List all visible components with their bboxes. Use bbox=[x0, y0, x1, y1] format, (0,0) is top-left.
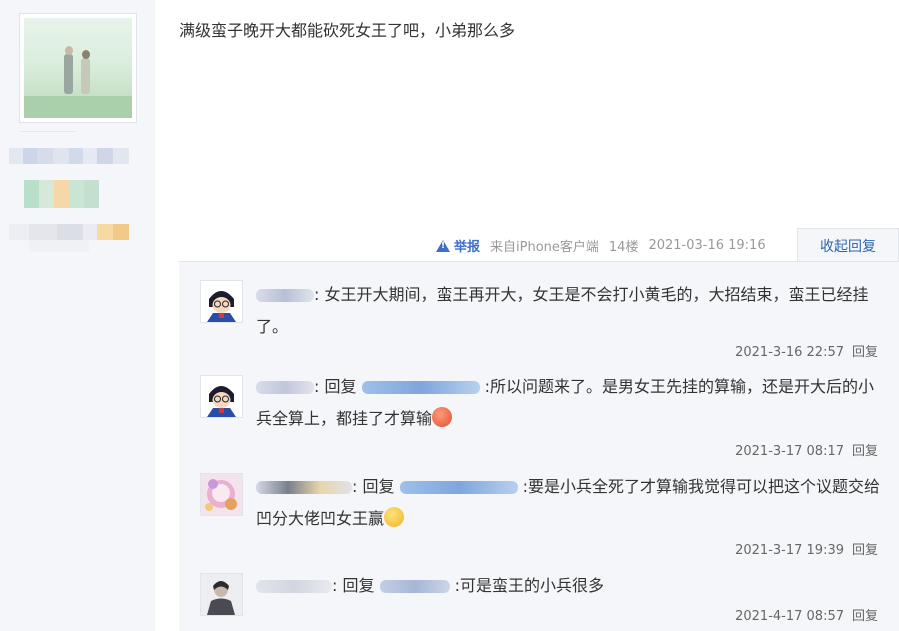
reply-text: : 回复 :可是蛮王的小兵很多 bbox=[256, 570, 886, 602]
reply-time: 2021-3-17 19:39 bbox=[735, 543, 844, 558]
reply-button[interactable]: 回复 bbox=[852, 609, 878, 624]
post-meta: 举报 来自iPhone客户端 14楼 2021-03-16 19:16 bbox=[436, 236, 766, 255]
reply-avatar[interactable] bbox=[200, 473, 243, 516]
collapse-replies-button[interactable]: 收起回复 bbox=[797, 228, 899, 262]
avatar-image bbox=[24, 18, 132, 118]
blurred-username bbox=[9, 148, 129, 164]
reply-text: : 女王开大期间，蛮王再开大，女王是不会打小黄毛的，大招结束，蛮王已经挂了。 bbox=[256, 279, 886, 343]
post-time: 2021-03-16 19:16 bbox=[648, 238, 766, 253]
warning-icon bbox=[436, 239, 450, 252]
blurred-mention[interactable] bbox=[399, 481, 518, 494]
reply-avatar[interactable] bbox=[200, 573, 243, 616]
reply-button[interactable]: 回复 bbox=[852, 444, 878, 459]
avatar-illustration bbox=[201, 376, 242, 417]
reply-time: 2021-3-16 22:57 bbox=[735, 345, 844, 360]
angry-emoji-icon bbox=[432, 407, 453, 427]
reply-button[interactable]: 回复 bbox=[852, 345, 878, 360]
blurred-level bbox=[9, 224, 129, 252]
blurred-username[interactable] bbox=[256, 381, 314, 394]
avatar-illustration bbox=[201, 281, 242, 322]
avatar-illustration bbox=[201, 574, 242, 615]
reply-list: : 女王开大期间，蛮王再开大，女王是不会打小黄毛的，大招结束，蛮王已经挂了。 2… bbox=[179, 261, 899, 631]
reply-footer: 2021-4-17 08:57 回复 bbox=[735, 605, 878, 624]
smile-emoji-icon bbox=[384, 507, 405, 527]
reply-time: 2021-3-17 08:17 bbox=[735, 444, 844, 459]
blurred-username[interactable] bbox=[256, 481, 352, 494]
blurred-mention[interactable] bbox=[379, 580, 450, 593]
reply-prefix: : 回复 bbox=[314, 377, 362, 396]
reply-content: :可是蛮王的小兵很多 bbox=[449, 576, 605, 595]
blurred-username[interactable] bbox=[256, 580, 332, 593]
reply-footer: 2021-3-17 08:17 回复 bbox=[735, 440, 878, 459]
reply-text: : 回复 :要是小兵全死了才算输我觉得可以把这个议题交给凹分大佬凹女王赢 bbox=[256, 471, 886, 535]
post-content: 满级蛮子晚开大都能砍死女王了吧，小弟那么多 bbox=[179, 21, 516, 40]
reply-prefix: : 回复 bbox=[352, 477, 400, 496]
report-label: 举报 bbox=[454, 240, 481, 255]
blurred-username[interactable] bbox=[256, 289, 314, 302]
reply-footer: 2021-3-16 22:57 回复 bbox=[735, 341, 878, 360]
reply-content: : 女王开大期间，蛮王再开大，女王是不会打小黄毛的，大招结束，蛮王已经挂了。 bbox=[256, 285, 869, 336]
reply-avatar[interactable] bbox=[200, 280, 243, 323]
blurred-mention[interactable] bbox=[361, 381, 480, 394]
avatar-illustration bbox=[201, 474, 242, 515]
report-link[interactable]: 举报 bbox=[436, 236, 480, 255]
user-avatar[interactable] bbox=[19, 13, 137, 123]
sidebar-divider bbox=[20, 131, 75, 132]
reply-button[interactable]: 回复 bbox=[852, 543, 878, 558]
user-sidebar bbox=[0, 0, 155, 631]
reply-avatar[interactable] bbox=[200, 375, 243, 418]
post-source: 来自iPhone客户端 bbox=[490, 240, 599, 255]
reply-footer: 2021-3-17 19:39 回复 bbox=[735, 539, 878, 558]
reply-text: : 回复 :所以问题来了。是男女王先挂的算输，还是开大后的小兵全算上，都挂了才算… bbox=[256, 371, 886, 435]
blurred-badges bbox=[9, 180, 101, 208]
reply-time: 2021-4-17 08:57 bbox=[735, 609, 844, 624]
reply-prefix: : 回复 bbox=[332, 576, 380, 595]
post-floor: 14楼 bbox=[608, 240, 639, 255]
